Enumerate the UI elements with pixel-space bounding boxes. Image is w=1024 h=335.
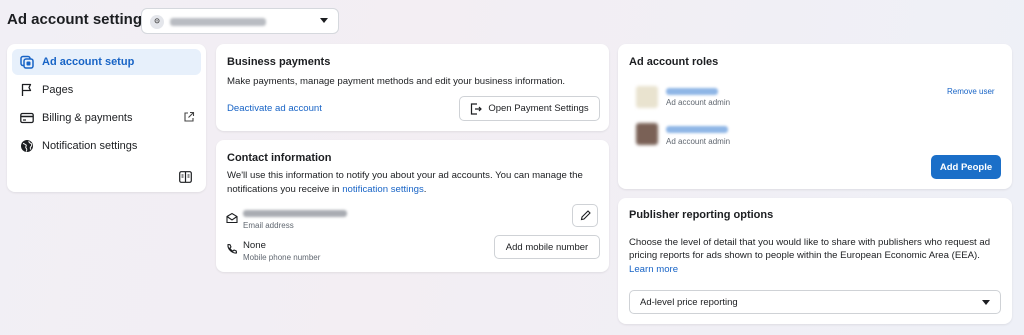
user-avatar bbox=[636, 123, 658, 145]
contact-description-period: . bbox=[423, 184, 427, 195]
sidebar-item-label: Pages bbox=[42, 84, 74, 96]
page-title: Ad account settings bbox=[7, 11, 151, 28]
pencil-icon bbox=[580, 210, 591, 221]
open-payment-settings-label: Open Payment Settings bbox=[488, 103, 589, 114]
publisher-reporting-description: Choose the level of detail that you woul… bbox=[629, 237, 991, 261]
account-name-redacted bbox=[170, 18, 266, 26]
phone-label: Mobile phone number bbox=[243, 253, 321, 262]
sidebar-item-label: Billing & payments bbox=[42, 112, 133, 124]
globe-icon bbox=[21, 140, 33, 152]
ad-account-roles-title: Ad account roles bbox=[629, 56, 719, 68]
sidebar-collapse-icon[interactable] bbox=[179, 171, 192, 183]
add-people-button[interactable]: Add People bbox=[931, 155, 1001, 179]
caret-down-icon bbox=[320, 18, 328, 23]
external-link-icon bbox=[184, 111, 195, 122]
publisher-reporting-title: Publisher reporting options bbox=[629, 209, 774, 221]
ad-account-roles-card: Ad account roles Ad account admin Remove… bbox=[618, 44, 1012, 189]
email-label: Email address bbox=[243, 221, 294, 230]
phone-icon bbox=[227, 243, 238, 254]
business-payments-description: Make payments, manage payment methods an… bbox=[227, 76, 566, 87]
exit-icon bbox=[471, 102, 483, 115]
deactivate-ad-account-link[interactable]: Deactivate ad account bbox=[227, 102, 322, 116]
contact-information-description: We'll use this information to notify you… bbox=[227, 169, 599, 197]
credit-card-icon bbox=[20, 112, 34, 124]
sidebar-item-ad-account-setup[interactable]: Ad account setup bbox=[12, 49, 201, 75]
price-reporting-select[interactable]: Ad-level price reporting bbox=[629, 290, 1001, 314]
caret-down-icon bbox=[982, 300, 990, 305]
email-value-redacted bbox=[243, 210, 347, 217]
settings-sidebar: Ad account setup Pages Billing & payment… bbox=[7, 44, 206, 192]
user-role: Ad account admin bbox=[666, 137, 731, 146]
contact-information-title: Contact information bbox=[227, 152, 332, 164]
ad-account-icon bbox=[20, 55, 34, 69]
remove-user-link[interactable]: Remove user bbox=[947, 87, 995, 96]
user-avatar bbox=[636, 86, 658, 108]
notification-settings-link[interactable]: notification settings bbox=[342, 184, 424, 195]
publisher-reporting-card: Publisher reporting options Choose the l… bbox=[618, 198, 1012, 324]
edit-email-button[interactable] bbox=[572, 204, 598, 227]
account-badge-icon: ⊙ bbox=[150, 15, 164, 29]
learn-more-link[interactable]: Learn more bbox=[629, 263, 678, 277]
add-mobile-number-button[interactable]: Add mobile number bbox=[494, 235, 600, 259]
business-payments-card: Business payments Make payments, manage … bbox=[216, 44, 609, 131]
price-reporting-value: Ad-level price reporting bbox=[640, 297, 738, 308]
business-payments-title: Business payments bbox=[227, 56, 331, 68]
sidebar-item-billing-payments[interactable]: Billing & payments bbox=[12, 105, 201, 131]
open-payment-settings-button[interactable]: Open Payment Settings bbox=[459, 96, 600, 121]
phone-value: None bbox=[243, 240, 266, 251]
user-name-redacted[interactable] bbox=[666, 88, 718, 95]
user-role: Ad account admin bbox=[666, 98, 731, 107]
contact-information-card: Contact information We'll use this infor… bbox=[216, 140, 609, 272]
user-name-redacted[interactable] bbox=[666, 126, 728, 133]
sidebar-item-label: Ad account setup bbox=[42, 56, 135, 68]
sidebar-item-pages[interactable]: Pages bbox=[12, 77, 201, 103]
sidebar-item-notification-settings[interactable]: Notification settings bbox=[12, 133, 201, 159]
flag-icon bbox=[21, 83, 32, 96]
ad-account-selector[interactable]: ⊙ bbox=[141, 8, 339, 34]
envelope-icon bbox=[226, 212, 238, 224]
sidebar-item-label: Notification settings bbox=[42, 140, 138, 152]
